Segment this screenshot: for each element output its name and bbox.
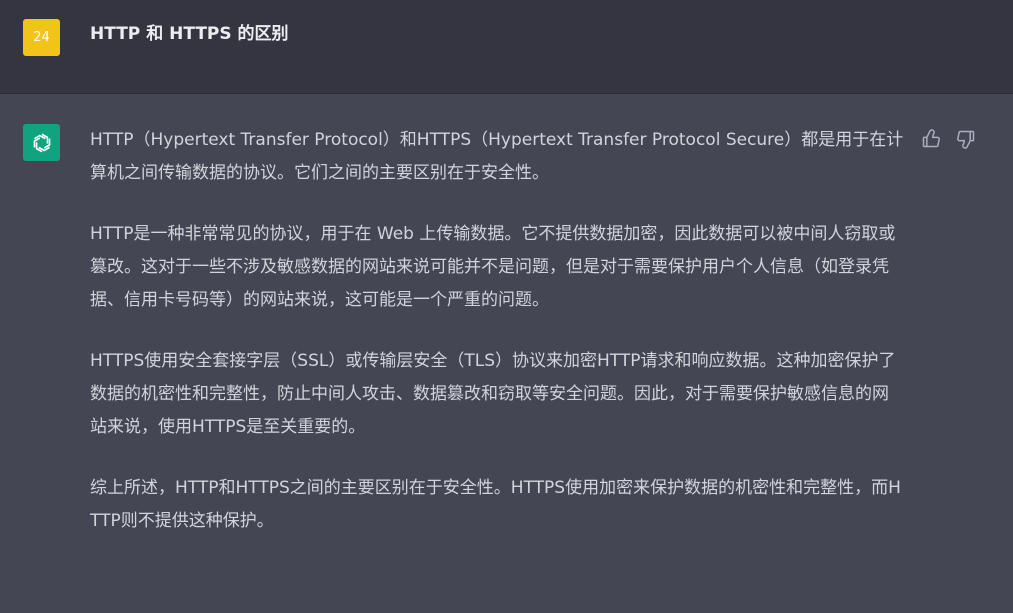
assistant-avatar	[23, 124, 60, 161]
message-paragraph: HTTPS使用安全套接字层（SSL）或传输层安全（TLS）协议来加密HTTP请求…	[90, 351, 896, 437]
thumbs-up-button[interactable]	[920, 128, 942, 150]
thumbs-down-button[interactable]	[955, 128, 977, 150]
user-avatar: 24	[23, 19, 60, 56]
user-message-text: HTTP 和 HTTPS 的区别	[90, 24, 289, 44]
message-paragraph: HTTP是一种非常常见的协议，用于在 Web 上传输数据。它不提供数据加密，因此…	[90, 224, 896, 310]
openai-logo-icon	[33, 133, 50, 152]
message-paragraph: HTTP（Hypertext Transfer Protocol）和HTTPS（…	[90, 130, 904, 183]
user-message-row: 24 HTTP 和 HTTPS 的区别	[0, 0, 1013, 94]
thumbs-down-icon	[957, 130, 975, 149]
assistant-message-row: HTTP（Hypertext Transfer Protocol）和HTTPS（…	[0, 94, 1013, 613]
thumbs-up-icon	[922, 129, 940, 148]
assistant-message-body: HTTP（Hypertext Transfer Protocol）和HTTPS（…	[90, 124, 905, 566]
message-paragraph: 综上所述，HTTP和HTTPS之间的主要区别在于安全性。HTTPS使用加密来保护…	[90, 478, 901, 531]
